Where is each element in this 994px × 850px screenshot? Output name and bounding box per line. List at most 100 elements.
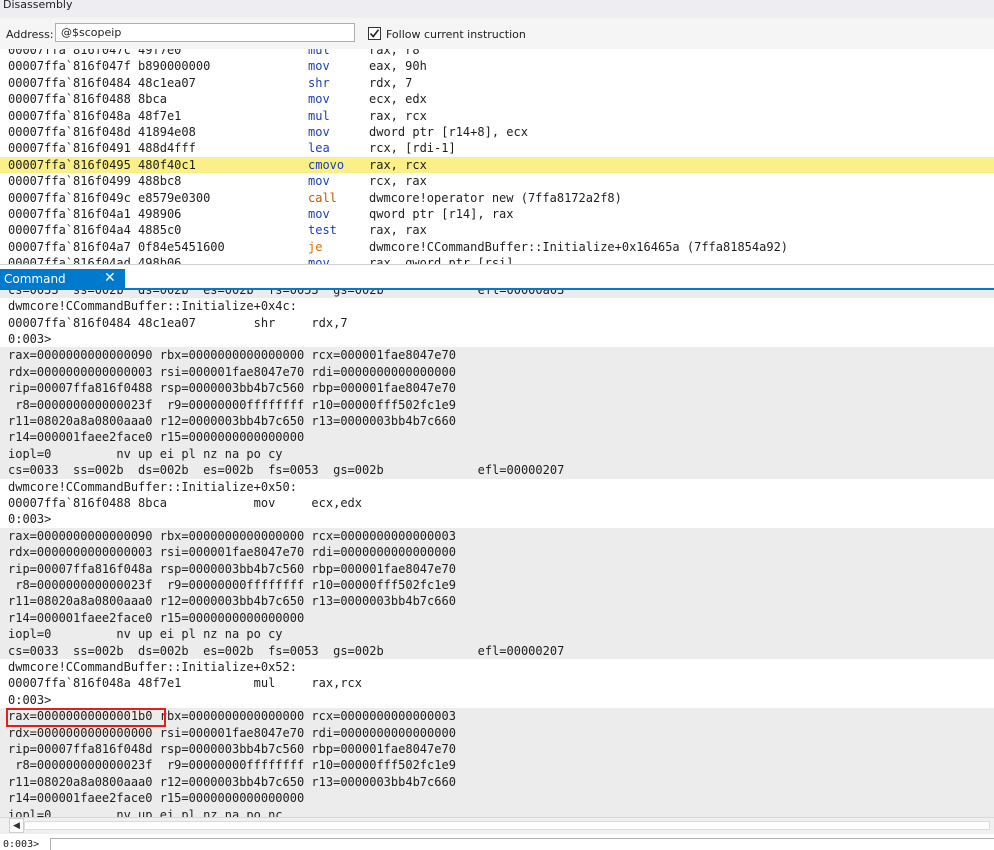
tab-command-label: Command xyxy=(4,272,66,286)
instruction-operands: qword ptr [r14], rax xyxy=(369,207,514,221)
disassembly-row[interactable]: 00007ffa`816f04a7 0f84e5451600 je dwmcore!… xyxy=(0,239,994,255)
command-prompt-label: 0:003> xyxy=(3,839,40,850)
disassembly-row[interactable]: 00007ffa`816f04a4 4885c0 test rax, rax xyxy=(0,222,994,238)
command-output-line: rax=0000000000000090 rbx=000000000000000… xyxy=(0,527,994,545)
instruction-address: 00007ffa`816f0484 48c1ea07 xyxy=(8,75,196,90)
instruction-operands: rax, r8 xyxy=(369,49,420,57)
instruction-address: 00007ffa`816f0499 488bc8 xyxy=(8,174,182,189)
command-output-line: r11=08020a8a0800aaa0 r12=0000003bb4b7c65… xyxy=(0,413,994,430)
horizontal-scrollbar[interactable]: ◀ xyxy=(0,817,994,834)
instruction-address: 00007ffa`816f048d 41894e08 xyxy=(8,125,196,139)
command-output-line: r11=08020a8a0800aaa0 r12=0000003bb4b7c65… xyxy=(0,773,994,791)
disassembly-row[interactable]: 00007ffa`816f047c 49f7e0 mul rax, r8 xyxy=(0,49,994,58)
instruction-address: 00007ffa`816f04ad 498b06 xyxy=(8,256,182,264)
instruction-operands: rdx, 7 xyxy=(369,75,413,90)
disassembly-title: Disassembly xyxy=(0,0,994,18)
instruction-mnemonic: lea xyxy=(308,141,330,156)
command-output[interactable]: cs=0033 ss=002b ds=002b es=002b fs=0053 … xyxy=(0,290,994,817)
command-output-line: dwmcore!CCommandBuffer::Initialize+0x52: xyxy=(0,659,994,676)
command-output-line: r8=000000000000023f r9=00000000ffffffff … xyxy=(0,577,994,594)
command-output-line: 00007ffa`816f0488 8bca mov ecx,edx xyxy=(0,495,994,512)
follow-instruction-checkbox[interactable] xyxy=(368,27,381,40)
command-output-line: iopl=0 nv up ei pl nz na po nc xyxy=(0,806,994,817)
instruction-mnemonic: mul xyxy=(308,49,330,57)
close-icon[interactable]: ✕ xyxy=(104,270,116,286)
command-output-line: dwmcore!CCommandBuffer::Initialize+0x4c: xyxy=(0,298,994,315)
command-output-line: rip=00007ffa816f048d rsp=0000003bb4b7c56… xyxy=(0,741,994,758)
instruction-mnemonic: mul xyxy=(308,108,330,123)
command-output-line: rip=00007ffa816f048a rsp=0000003bb4b7c56… xyxy=(0,560,994,577)
instruction-mnemonic: mov xyxy=(308,207,330,221)
checkmark-icon xyxy=(369,29,380,38)
disassembly-row[interactable]: 00007ffa`816f048a 48f7e1 mul rax, rcx xyxy=(0,108,994,124)
disassembly-row[interactable]: 00007ffa`816f04ad 498b06 mov rax, qword pt… xyxy=(0,255,994,264)
instruction-mnemonic: mov xyxy=(308,125,330,139)
instruction-address: 00007ffa`816f04a4 4885c0 xyxy=(8,223,182,238)
instruction-mnemonic: mov xyxy=(308,59,330,74)
command-output-line: 0:003> xyxy=(0,511,994,528)
disassembly-title-label: Disassembly xyxy=(3,0,73,11)
command-prompt-bar: 0:003> xyxy=(0,834,994,850)
instruction-address: 00007ffa`816f047f b890000000 xyxy=(8,59,211,74)
instruction-operands: dwmcore!CCommandBuffer::Initialize+0x164… xyxy=(369,239,789,254)
instruction-operands: ecx, edx xyxy=(369,92,427,107)
instruction-mnemonic: mov xyxy=(308,92,330,107)
address-label: Address: xyxy=(6,28,54,41)
command-input[interactable] xyxy=(50,838,994,850)
disassembly-row[interactable]: 00007ffa`816f0488 8bca mov ecx, edx xyxy=(0,91,994,107)
command-output-line: 0:003> xyxy=(0,691,994,709)
disassembly-row[interactable]: 00007ffa`816f04a1 498906 mov qword ptr [r1… xyxy=(0,206,994,222)
command-output-line: iopl=0 nv up ei pl nz na po cy xyxy=(0,626,994,643)
tab-command[interactable]: Command ✕ xyxy=(0,269,125,288)
instruction-operands: rax, rcx xyxy=(369,157,427,172)
command-output-line: r8=000000000000023f r9=00000000ffffffff … xyxy=(0,396,994,413)
instruction-mnemonic: cmovo xyxy=(308,157,345,172)
instruction-address: 00007ffa`816f0495 480f40c1 xyxy=(8,157,196,172)
command-output-line: cs=0033 ss=002b ds=002b es=002b fs=0053 … xyxy=(0,290,994,299)
instruction-operands: eax, 90h xyxy=(369,59,427,74)
disassembly-row[interactable]: 00007ffa`816f0499 488bc8 mov rcx, rax xyxy=(0,173,994,189)
instruction-address: 00007ffa`816f04a1 498906 xyxy=(8,207,182,221)
instruction-mnemonic: test xyxy=(308,223,337,238)
instruction-mnemonic: call xyxy=(308,190,337,205)
instruction-operands: rax, rcx xyxy=(369,108,427,123)
command-output-line: rdx=0000000000000003 rsi=000001fae8047e7… xyxy=(0,544,994,561)
command-output-line: 0:003> xyxy=(0,331,994,348)
current-instruction-row[interactable]: 00007ffa`816f0495 480f40c1 cmovo rax, rcx xyxy=(0,156,994,173)
instruction-operands: rax, qword ptr [rsi] xyxy=(369,256,514,264)
highlight-box-rax xyxy=(6,708,166,727)
command-output-line: cs=0033 ss=002b ds=002b es=002b fs=0053 … xyxy=(0,462,994,479)
instruction-address: 00007ffa`816f047c 49f7e0 xyxy=(8,49,182,57)
command-output-line: rax=0000000000000090 rbx=000000000000000… xyxy=(0,347,994,364)
disassembly-row[interactable]: 00007ffa`816f049c e8579e0300 call dwmcore!… xyxy=(0,190,994,206)
command-output-line: r14=000001faee2face0 r15=000000000000000… xyxy=(0,429,994,446)
disassembly-row[interactable]: 00007ffa`816f0484 48c1ea07 shr rdx, 7 xyxy=(0,75,994,91)
command-output-line: rdx=0000000000000000 rsi=000001fae8047e7… xyxy=(0,724,994,741)
scroll-left-arrow-icon[interactable]: ◀ xyxy=(9,818,24,833)
instruction-address: 00007ffa`816f0488 8bca xyxy=(8,92,167,107)
disassembly-listing[interactable]: 00007ffa`816f047c 49f7e0 mul rax, r8 00007f… xyxy=(0,49,994,264)
command-output-line: dwmcore!CCommandBuffer::Initialize+0x50: xyxy=(0,478,994,495)
disassembly-row[interactable]: 00007ffa`816f048d 41894e08 mov dword ptr [… xyxy=(0,124,994,140)
instruction-operands: rcx, rax xyxy=(369,174,427,189)
instruction-operands: dwmcore!operator new (7ffa8172a2f8) xyxy=(369,190,622,205)
disassembly-row[interactable]: 00007ffa`816f047f b890000000 mov eax, 90h xyxy=(0,58,994,74)
command-output-line: r8=000000000000023f r9=00000000ffffffff … xyxy=(0,757,994,774)
command-output-line: rip=00007ffa816f0488 rsp=0000003bb4b7c56… xyxy=(0,380,994,397)
instruction-address: 00007ffa`816f0491 488d4fff xyxy=(8,141,196,156)
instruction-address: 00007ffa`816f04a7 0f84e5451600 xyxy=(8,239,225,254)
command-output-line: 00007ffa`816f048a 48f7e1 mul rax,rcx xyxy=(0,675,994,692)
address-input[interactable]: @$scopeip xyxy=(55,23,355,42)
follow-instruction-label: Follow current instruction xyxy=(386,28,526,41)
instruction-operands: rcx, [rdi-1] xyxy=(369,141,456,156)
command-tab-bar xyxy=(0,264,994,288)
instruction-operands: dword ptr [r14+8], ecx xyxy=(369,125,528,139)
disassembly-row[interactable]: 00007ffa`816f0491 488d4fff lea rcx, [rdi-1… xyxy=(0,140,994,156)
command-output-line: r14=000001faee2face0 r15=000000000000000… xyxy=(0,790,994,807)
command-output-line: 00007ffa`816f0484 48c1ea07 shr rdx,7 xyxy=(0,314,994,331)
scrollbar-thumb[interactable] xyxy=(24,821,990,830)
command-output-line: cs=0033 ss=002b ds=002b es=002b fs=0053 … xyxy=(0,642,994,659)
command-output-line: rdx=0000000000000003 rsi=000001fae8047e7… xyxy=(0,363,994,381)
command-output-line: iopl=0 nv up ei pl nz na po cy xyxy=(0,445,994,463)
command-output-line: r14=000001faee2face0 r15=000000000000000… xyxy=(0,609,994,627)
